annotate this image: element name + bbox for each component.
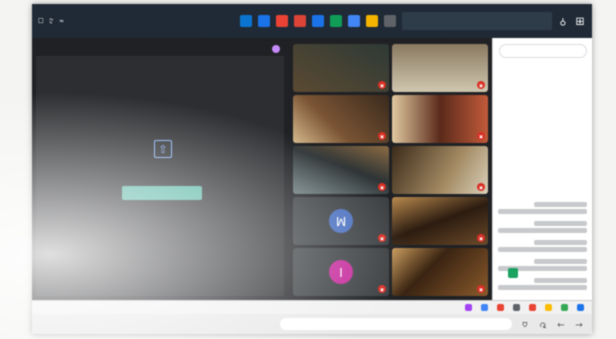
participant-tile[interactable]: M ✖ xyxy=(293,197,389,245)
chat-text-line xyxy=(498,209,587,214)
participant-video xyxy=(392,197,488,245)
chat-message xyxy=(498,278,587,290)
mic-muted-icon: ✖ xyxy=(477,132,485,140)
participant-video xyxy=(392,95,488,143)
bookmark-favicon-icon xyxy=(577,304,584,311)
photographed-screen: ← → ↻ ⌂ ✖ I ✖ ✖ M ✖ ✖ ✖ ✖ ✖ ✖ ✖ ⇩ ⊞ ⚲ ≈ … xyxy=(32,4,592,334)
participant-video xyxy=(293,95,389,143)
participant-avatar: M xyxy=(329,209,353,233)
taskbar-app-icon[interactable] xyxy=(384,15,396,27)
participant-video xyxy=(392,248,488,296)
taskbar-app-icon[interactable] xyxy=(258,15,270,27)
bookmarks-bar xyxy=(32,300,592,314)
search-icon[interactable]: ⚲ xyxy=(558,16,568,26)
windows-taskbar: ⊞ ⚲ ≈ ♫ □ xyxy=(32,4,592,38)
participant-tile[interactable]: ✖ xyxy=(293,95,389,143)
wifi-icon[interactable]: ≈ xyxy=(59,18,64,25)
bookmark-item[interactable] xyxy=(574,304,584,311)
bookmark-item[interactable] xyxy=(478,304,488,311)
home-icon[interactable]: ⌂ xyxy=(520,319,530,329)
taskbar-search-input[interactable] xyxy=(402,12,552,30)
chat-text-line xyxy=(498,228,587,233)
forward-icon[interactable]: → xyxy=(556,319,566,329)
participant-tile[interactable]: ✖ xyxy=(392,197,488,245)
bookmark-item[interactable] xyxy=(494,304,504,311)
bookmark-item[interactable] xyxy=(526,304,536,311)
presenter-avatar xyxy=(272,45,280,53)
taskbar-app-icon[interactable] xyxy=(366,15,378,27)
chat-text-line xyxy=(533,221,587,226)
bookmark-item[interactable] xyxy=(542,304,552,311)
chat-panel xyxy=(492,38,592,300)
participant-tile[interactable]: ✖ xyxy=(392,95,488,143)
chat-input[interactable] xyxy=(499,44,587,58)
taskbar-app-icon[interactable] xyxy=(312,15,324,27)
meeting-area: ✖ I ✖ ✖ M ✖ ✖ ✖ ✖ ✖ ✖ ✖ ⇩ xyxy=(32,24,592,300)
chat-message xyxy=(498,240,587,252)
bookmark-favicon-icon xyxy=(529,304,536,311)
bookmark-item[interactable] xyxy=(510,304,520,311)
participant-tile[interactable]: ✖ xyxy=(392,248,488,296)
taskbar-app-icon[interactable] xyxy=(294,15,306,27)
participant-tile[interactable]: I ✖ xyxy=(293,248,389,296)
taskbar-app-icon[interactable] xyxy=(240,15,252,27)
mic-muted-icon: ✖ xyxy=(477,234,485,242)
send-icon[interactable] xyxy=(508,268,518,278)
volume-icon[interactable]: ♫ xyxy=(49,18,54,25)
back-icon[interactable]: ← xyxy=(574,319,584,329)
browser-toolbar: ← → ↻ ⌂ xyxy=(32,314,592,334)
participant-tile[interactable]: ✖ xyxy=(293,44,389,92)
mic-muted-icon: ✖ xyxy=(378,285,386,293)
taskbar-app-icon[interactable] xyxy=(276,15,288,27)
chat-message xyxy=(498,202,587,214)
participant-video xyxy=(293,44,389,92)
participant-tile[interactable]: ✖ xyxy=(392,44,488,92)
mic-muted-icon: ✖ xyxy=(477,183,485,191)
participant-tile[interactable]: ✖ xyxy=(392,146,488,194)
mic-muted-icon: ✖ xyxy=(378,234,386,242)
system-tray: ≈ ♫ □ xyxy=(38,18,64,25)
taskbar-app-icon[interactable] xyxy=(330,15,342,27)
windows-start-icon[interactable]: ⊞ xyxy=(574,15,586,28)
chat-message xyxy=(498,221,587,233)
notification-icon[interactable]: □ xyxy=(38,18,44,25)
mic-muted-icon: ✖ xyxy=(378,81,386,89)
participant-video xyxy=(392,146,488,194)
bookmark-favicon-icon xyxy=(561,304,568,311)
bookmark-favicon-icon xyxy=(497,304,504,311)
taskbar-app-icon[interactable] xyxy=(348,15,360,27)
bookmark-item[interactable] xyxy=(558,304,568,311)
bookmark-favicon-icon xyxy=(481,304,488,311)
mic-muted-icon: ✖ xyxy=(477,81,485,89)
chat-text-line xyxy=(498,247,587,252)
participant-grid: ✖ I ✖ ✖ M ✖ ✖ ✖ ✖ ✖ ✖ ✖ xyxy=(288,42,488,296)
chat-text-line xyxy=(533,259,587,264)
mic-muted-icon: ✖ xyxy=(378,183,386,191)
chat-text-line xyxy=(533,202,587,207)
participant-video xyxy=(293,146,389,194)
chat-text-line xyxy=(533,240,587,245)
chat-text-line xyxy=(533,278,587,283)
chat-text-line xyxy=(498,285,587,290)
participant-avatar: I xyxy=(329,260,353,284)
presenter-footer xyxy=(32,42,284,56)
bookmark-favicon-icon xyxy=(513,304,520,311)
download-icon[interactable]: ⇩ xyxy=(154,140,172,158)
participant-video xyxy=(392,44,488,92)
stop-presenting-button[interactable] xyxy=(122,186,202,200)
mic-muted-icon: ✖ xyxy=(477,285,485,293)
address-bar[interactable] xyxy=(280,318,512,330)
presentation-area: ⇩ xyxy=(32,42,284,296)
bookmark-favicon-icon xyxy=(465,304,472,311)
bookmark-item[interactable] xyxy=(462,304,472,311)
reload-icon[interactable]: ↻ xyxy=(538,319,548,329)
mic-muted-icon: ✖ xyxy=(378,132,386,140)
participant-tile[interactable]: ✖ xyxy=(293,146,389,194)
bookmark-favicon-icon xyxy=(545,304,552,311)
